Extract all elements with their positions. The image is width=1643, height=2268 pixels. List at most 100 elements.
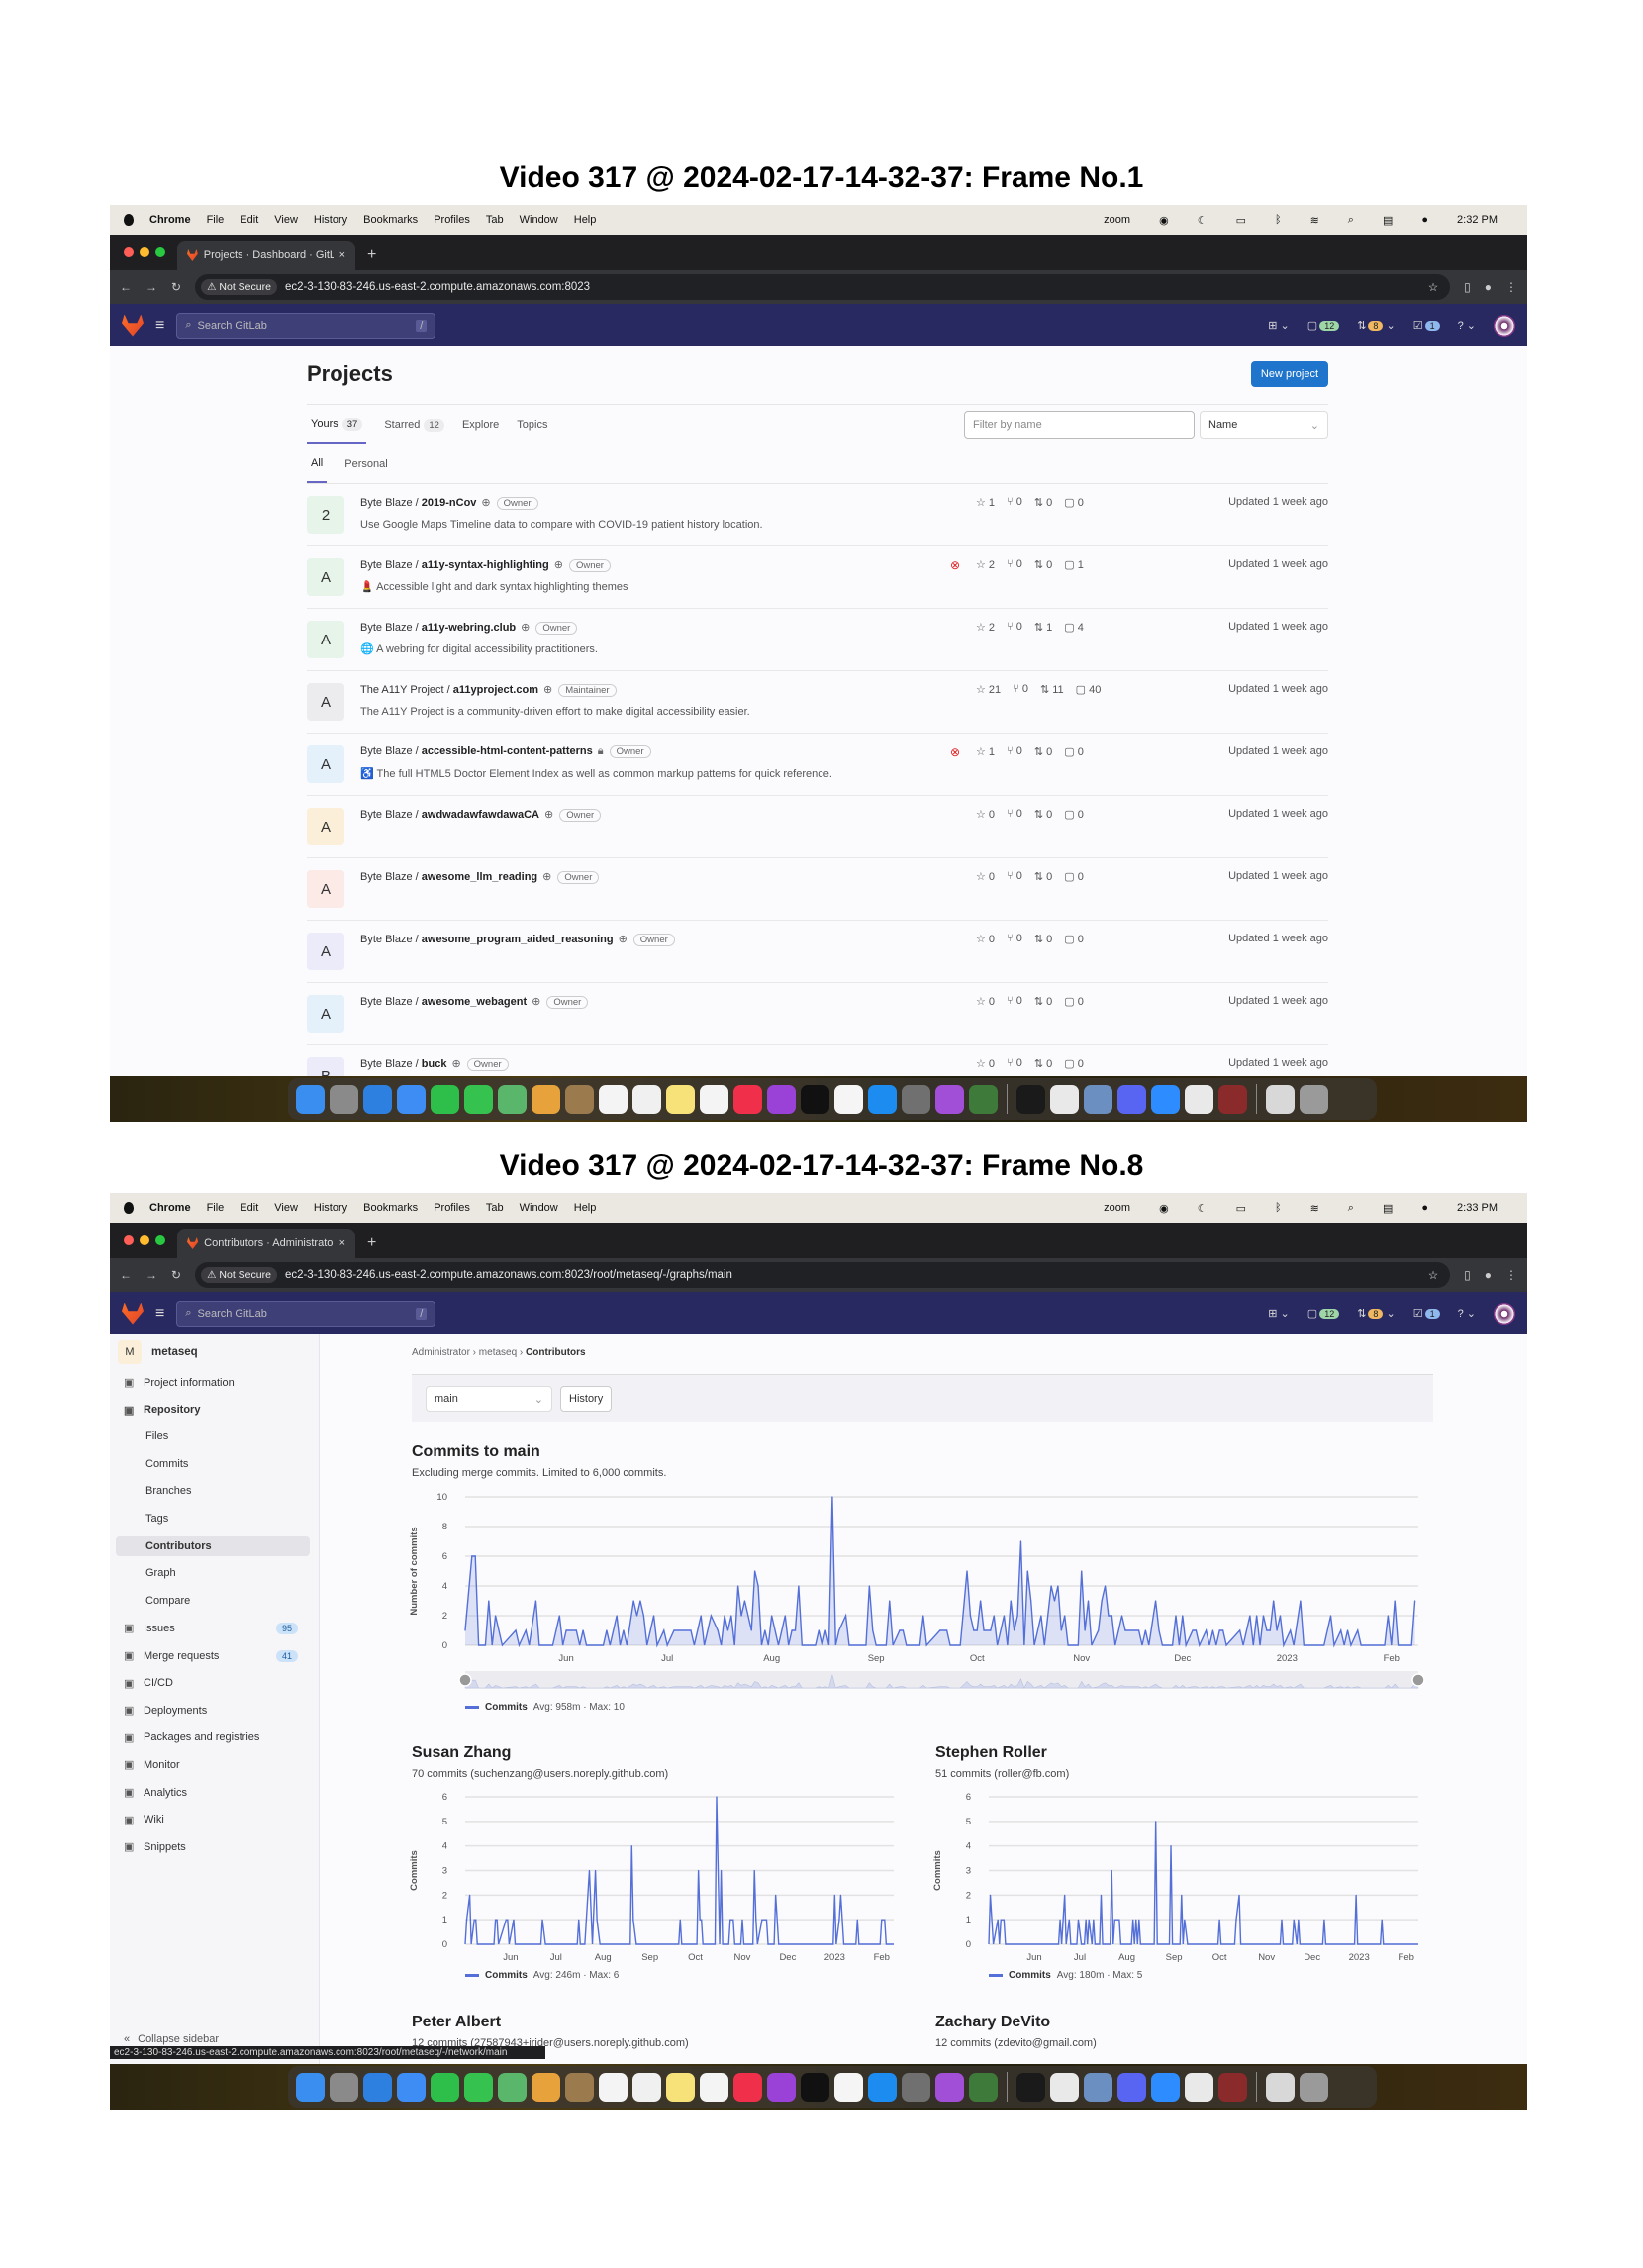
notes-icon[interactable] xyxy=(666,2072,695,2102)
bookmark-star-icon[interactable]: ☆ xyxy=(1428,1268,1438,1282)
issue-count[interactable]: ▢ 0 xyxy=(1064,933,1084,945)
chrome-icon[interactable] xyxy=(1050,2072,1079,2102)
merge-request-count[interactable]: ⇅ 0 xyxy=(1034,1057,1052,1070)
create-new-dropdown[interactable]: ⊞ ⌄ xyxy=(1268,319,1290,332)
spotlight-icon[interactable]: ⌕ xyxy=(1348,1202,1354,1215)
sidebar-item-compare[interactable]: Compare xyxy=(145,1595,190,1607)
mail-icon[interactable] xyxy=(397,1084,426,1114)
sidebar-item-contributors[interactable]: Contributors xyxy=(116,1535,310,1556)
fork-count[interactable]: ⑂ 0 xyxy=(1007,1057,1022,1070)
reload-icon[interactable]: ↻ xyxy=(171,280,181,294)
mountain-app-icon[interactable] xyxy=(969,2072,998,2102)
terminal-icon[interactable] xyxy=(1016,1084,1045,1114)
zoom-status[interactable]: zoom xyxy=(1104,1202,1130,1214)
help-icon[interactable]: ? ⌄ xyxy=(1458,1307,1476,1320)
sidebar-item-tags[interactable]: Tags xyxy=(145,1513,168,1525)
battery-icon[interactable]: ▭ xyxy=(1236,1202,1246,1215)
fork-count[interactable]: ⑂ 0 xyxy=(1007,745,1022,758)
zoom-icon[interactable] xyxy=(1151,1084,1180,1114)
sidebar-item-branches[interactable]: Branches xyxy=(145,1485,191,1497)
document-icon[interactable] xyxy=(1266,2072,1295,2102)
fork-count[interactable]: ⑂ 0 xyxy=(1007,621,1022,634)
menu-bookmarks[interactable]: Bookmarks xyxy=(363,1202,418,1214)
menu-profiles[interactable]: Profiles xyxy=(434,214,470,226)
legend-name[interactable]: Commits xyxy=(485,1970,528,1981)
issue-count[interactable]: ▢ 0 xyxy=(1064,808,1084,821)
merge-request-count[interactable]: ⇅ 0 xyxy=(1034,745,1052,758)
star-count[interactable]: ☆ 21 xyxy=(976,683,1001,696)
maps-icon[interactable] xyxy=(498,1084,527,1114)
tab-yours[interactable]: Yours 37 xyxy=(307,406,367,444)
close-tab-icon[interactable]: × xyxy=(339,1237,345,1249)
close-tab-icon[interactable]: × xyxy=(339,249,345,261)
forward-icon[interactable]: → xyxy=(145,280,157,294)
user-avatar[interactable] xyxy=(1494,314,1515,337)
sidebar-item-wiki[interactable]: ▣ Wiki xyxy=(124,1814,164,1826)
news-icon[interactable] xyxy=(834,1084,863,1114)
merge-request-count[interactable]: ⇅ 0 xyxy=(1034,496,1052,509)
wifi-icon[interactable]: ≋ xyxy=(1310,214,1319,227)
safari-icon[interactable] xyxy=(363,2072,392,2102)
news-icon[interactable] xyxy=(834,2072,863,2102)
hamburger-menu-icon[interactable]: ≡ xyxy=(155,1305,164,1323)
system-settings-icon[interactable] xyxy=(902,2072,930,2102)
sidebar-item-deployments[interactable]: ▣ Deployments xyxy=(124,1704,207,1718)
fork-count[interactable]: ⑂ 0 xyxy=(1007,496,1022,509)
star-count[interactable]: ☆ 0 xyxy=(976,933,995,945)
help-icon[interactable]: ? ⌄ xyxy=(1458,319,1476,332)
project-name-link[interactable]: a11y-webring.club xyxy=(422,622,516,634)
merge-request-count[interactable]: ⇅ 11 xyxy=(1040,683,1064,696)
star-count[interactable]: ☆ 0 xyxy=(976,1057,995,1070)
zoom-window-button[interactable] xyxy=(155,247,165,257)
slider-left-handle[interactable] xyxy=(458,1673,472,1687)
url-input[interactable]: ⚠ Not Secure ec2-3-130-83-246.us-east-2.c… xyxy=(195,274,1451,300)
collapse-sidebar-button[interactable]: « Collapse sidebar xyxy=(124,2033,219,2045)
tab-starred[interactable]: Starred 12 xyxy=(384,418,444,432)
merge-request-count[interactable]: ⇅ 0 xyxy=(1034,995,1052,1008)
chrome-icon[interactable] xyxy=(1050,1084,1079,1114)
gitlab-logo[interactable] xyxy=(122,1302,144,1325)
menu-window[interactable]: Window xyxy=(520,214,558,226)
menu-file[interactable]: File xyxy=(207,1202,225,1214)
freeform-icon[interactable] xyxy=(700,1084,728,1114)
contacts-icon[interactable] xyxy=(565,2072,594,2102)
project-name-link[interactable]: awesome_llm_reading xyxy=(422,871,537,883)
star-count[interactable]: ☆ 1 xyxy=(976,745,995,758)
sidebar-item-files[interactable]: Files xyxy=(145,1430,168,1442)
user-avatar[interactable] xyxy=(1494,1302,1515,1325)
create-new-dropdown[interactable]: ⊞ ⌄ xyxy=(1268,1307,1290,1320)
minimize-window-button[interactable] xyxy=(140,247,149,257)
calendar-icon[interactable] xyxy=(599,1084,628,1114)
mail-icon[interactable] xyxy=(397,2072,426,2102)
project-name-link[interactable]: buck xyxy=(422,1058,447,1070)
tv-icon[interactable] xyxy=(801,2072,829,2102)
app-store-icon[interactable] xyxy=(868,2072,897,2102)
sidebar-item-packages-and-registries[interactable]: ▣ Packages and registries xyxy=(124,1731,259,1744)
new-tab-button[interactable]: + xyxy=(367,247,376,264)
pipeline-failed-icon[interactable]: ⊗ xyxy=(950,558,960,572)
photos-icon[interactable] xyxy=(532,1084,560,1114)
control-center-icon[interactable]: ▤ xyxy=(1383,1202,1393,1215)
safari-icon[interactable] xyxy=(363,1084,392,1114)
issue-count[interactable]: ▢ 40 xyxy=(1076,683,1102,696)
side-panel-icon[interactable]: ▯ xyxy=(1464,280,1471,294)
menu-tab[interactable]: Tab xyxy=(486,214,504,226)
document-icon[interactable] xyxy=(1266,1084,1295,1114)
discord-icon[interactable] xyxy=(1117,1084,1146,1114)
pipeline-failed-icon[interactable]: ⊗ xyxy=(950,745,960,759)
dictionary-icon[interactable] xyxy=(1218,2072,1247,2102)
project-row[interactable]: A Byte Blaze / awesome_webagent ⊕ Owner ☆ 0 ⑂… xyxy=(307,983,1328,1045)
issue-count[interactable]: ▢ 0 xyxy=(1064,745,1084,758)
more-menu-icon[interactable]: ⋮ xyxy=(1505,1268,1517,1282)
menu-file[interactable]: File xyxy=(207,214,225,226)
siri-icon[interactable]: ◉ xyxy=(1159,1202,1169,1215)
calendar-icon[interactable] xyxy=(599,2072,628,2102)
user-icon[interactable]: ● xyxy=(1421,214,1428,226)
project-row[interactable]: A Byte Blaze / a11y-webring.club ⊕ Owner 🌐 A… xyxy=(307,609,1328,671)
menu-help[interactable]: Help xyxy=(574,1202,597,1214)
project-name-link[interactable]: awesome_webagent xyxy=(422,996,527,1008)
sidebar-item-commits[interactable]: Commits xyxy=(145,1458,188,1470)
podcasts-icon[interactable] xyxy=(767,2072,796,2102)
issue-count[interactable]: ▢ 0 xyxy=(1064,870,1084,883)
hamburger-menu-icon[interactable]: ≡ xyxy=(155,317,164,335)
